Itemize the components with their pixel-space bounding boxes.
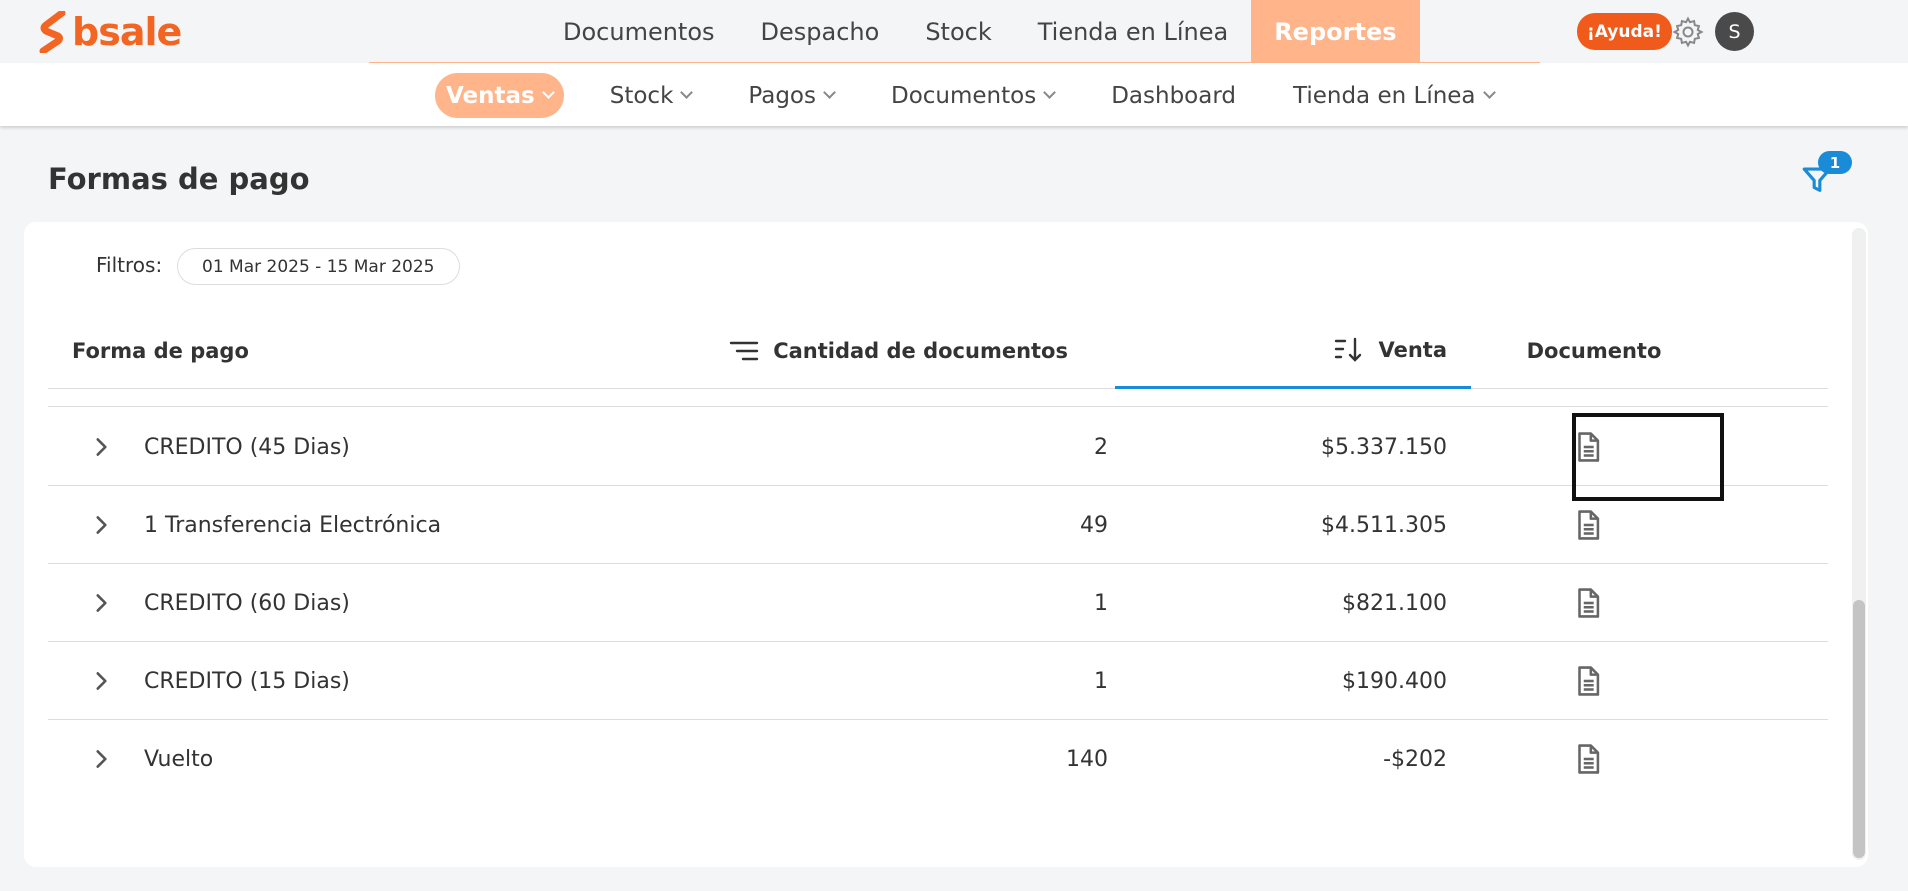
column-header-venta[interactable]: Venta	[1115, 313, 1471, 389]
chevron-right-icon[interactable]	[88, 668, 114, 694]
sub-nav-documentos-label: Documentos	[890, 82, 1037, 109]
help-button[interactable]: ¡Ayuda!	[1577, 13, 1672, 50]
chevron-down-icon	[680, 86, 694, 99]
document-icon[interactable]	[1571, 508, 1605, 542]
column-header-documento: Documento	[1471, 313, 1717, 389]
row-cantidad: 2	[1094, 434, 1108, 460]
row-venta: $821.100	[1342, 590, 1447, 616]
table-row: CREDITO (45 Dias) 2 $5.337.150	[48, 408, 1828, 486]
filters-label: Filtros:	[96, 253, 163, 277]
column-header-documento-label: Documento	[1526, 339, 1662, 363]
row-venta: $4.511.305	[1321, 512, 1447, 538]
sub-nav-bar: Ventas Stock Pagos Documentos Dashboard …	[0, 63, 1908, 126]
table-row: CREDITO (15 Dias) 1 $190.400	[48, 642, 1828, 720]
document-icon[interactable]	[1571, 742, 1605, 776]
scrollbar-thumb[interactable]	[1853, 600, 1865, 858]
sub-nav-documentos[interactable]: Documentos	[880, 73, 1065, 118]
column-header-venta-label: Venta	[1378, 337, 1447, 362]
row-venta: $190.400	[1342, 668, 1447, 694]
brand-name: bsale	[72, 10, 182, 54]
chevron-down-icon	[1043, 86, 1057, 99]
row-forma-de-pago: CREDITO (15 Dias)	[144, 668, 350, 694]
table-divider	[48, 406, 1828, 407]
avatar[interactable]: S	[1715, 12, 1754, 51]
sub-nav-pagos[interactable]: Pagos	[737, 73, 845, 118]
sub-nav-tienda-en-linea[interactable]: Tienda en Línea	[1282, 73, 1505, 118]
document-icon[interactable]	[1571, 664, 1605, 698]
row-forma-de-pago: Vuelto	[144, 746, 214, 772]
row-forma-de-pago: CREDITO (60 Dias)	[144, 590, 350, 616]
main-nav: Documentos Despacho Stock Tienda en Líne…	[540, 0, 1420, 63]
table-row: Vuelto 140 -$202	[48, 720, 1828, 798]
row-cantidad: 1	[1094, 668, 1108, 694]
sub-nav-stock-label: Stock	[609, 82, 674, 109]
sub-nav-dashboard-label: Dashboard	[1111, 82, 1236, 109]
sub-nav-dashboard[interactable]: Dashboard	[1100, 73, 1247, 118]
chevron-right-icon[interactable]	[88, 434, 114, 460]
bsale-logo[interactable]: bsale	[38, 8, 182, 56]
row-forma-de-pago: 1 Transferencia Electrónica	[144, 512, 442, 538]
column-header-forma-label: Forma de pago	[72, 339, 249, 363]
top-bar: bsale Documentos Despacho Stock Tienda e…	[0, 0, 1908, 63]
chevron-down-icon	[541, 86, 555, 99]
row-venta: -$202	[1383, 746, 1447, 772]
sort-lines-icon	[729, 341, 759, 361]
main-nav-despacho[interactable]: Despacho	[738, 0, 903, 63]
sub-nav-ventas-label: Ventas	[446, 82, 535, 109]
sub-nav: Ventas Stock Pagos Documentos Dashboard …	[435, 73, 1540, 118]
table-row: 1 Transferencia Electrónica 49 $4.511.30…	[48, 486, 1828, 564]
main-nav-tienda-en-linea[interactable]: Tienda en Línea	[1015, 0, 1251, 63]
main-nav-stock[interactable]: Stock	[902, 0, 1014, 63]
table-header: Forma de pago Cantidad de documentos Ven…	[48, 313, 1828, 389]
chevron-down-icon	[1482, 86, 1496, 99]
filter-count-badge: 1	[1818, 151, 1852, 174]
date-range-filter-chip[interactable]: 01 Mar 2025 - 15 Mar 2025	[177, 248, 460, 285]
gear-icon[interactable]	[1671, 15, 1705, 49]
column-header-cantidad-label: Cantidad de documentos	[773, 339, 1068, 363]
chevron-right-icon[interactable]	[88, 746, 114, 772]
sub-nav-tienda-label: Tienda en Línea	[1293, 82, 1476, 109]
bsale-logo-mark-icon	[39, 11, 66, 53]
main-nav-documentos[interactable]: Documentos	[540, 0, 738, 63]
chevron-right-icon[interactable]	[88, 590, 114, 616]
document-icon[interactable]	[1571, 430, 1605, 464]
row-venta: $5.337.150	[1321, 434, 1447, 460]
sort-descending-icon	[1335, 337, 1362, 362]
sub-nav-ventas[interactable]: Ventas	[435, 73, 564, 118]
row-cantidad: 140	[1066, 746, 1108, 772]
row-cantidad: 49	[1080, 512, 1108, 538]
column-header-cantidad[interactable]: Cantidad de documentos	[729, 313, 1068, 389]
row-cantidad: 1	[1094, 590, 1108, 616]
row-forma-de-pago: CREDITO (45 Dias)	[144, 434, 350, 460]
table-row: CREDITO (60 Dias) 1 $821.100	[48, 564, 1828, 642]
chevron-down-icon	[823, 86, 836, 99]
chevron-right-icon[interactable]	[88, 512, 114, 538]
sub-nav-stock[interactable]: Stock	[599, 73, 703, 118]
column-header-forma-de-pago[interactable]: Forma de pago	[72, 313, 249, 389]
document-icon[interactable]	[1571, 586, 1605, 620]
sub-nav-pagos-label: Pagos	[748, 82, 816, 109]
main-nav-reportes[interactable]: Reportes	[1251, 0, 1420, 63]
page-title: Formas de pago	[48, 162, 310, 196]
